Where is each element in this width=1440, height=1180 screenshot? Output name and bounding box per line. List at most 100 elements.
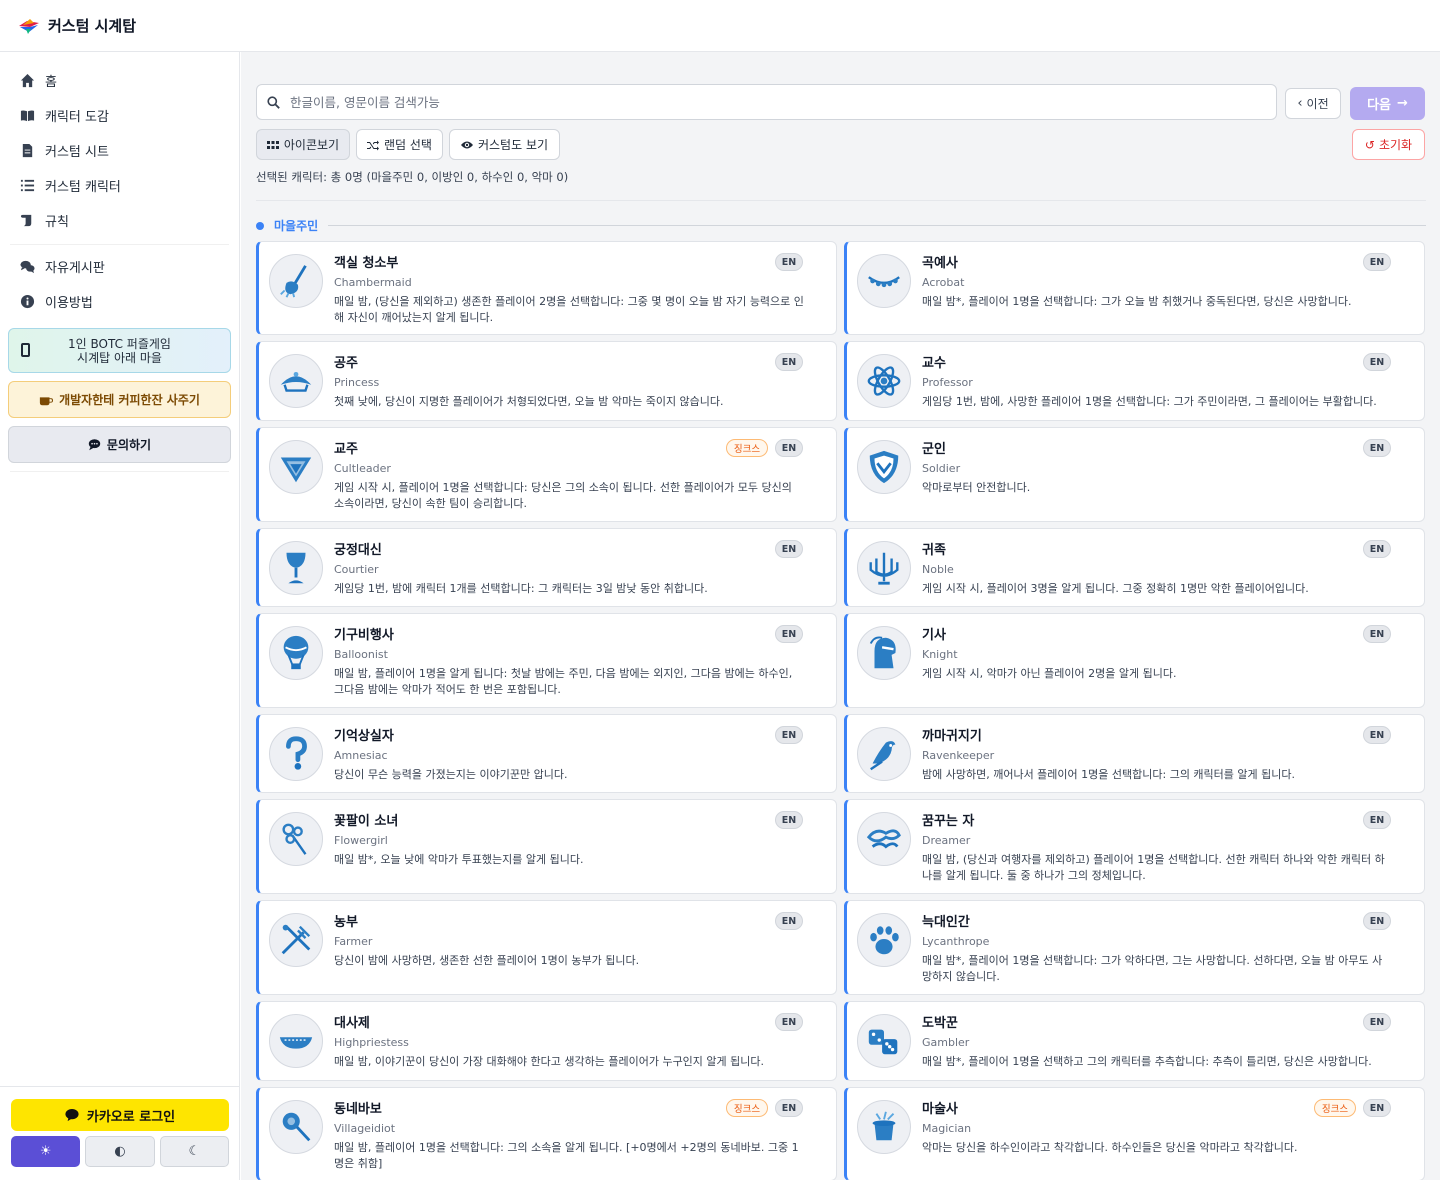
en-badge[interactable]: EN <box>775 353 803 371</box>
character-card[interactable]: 마술사 Magician 악마는 당신을 하수인이라고 착각합니다. 하수인들은… <box>844 1087 1425 1180</box>
en-badge[interactable]: EN <box>775 811 803 829</box>
sidebar-item-board[interactable]: 자유게시판 <box>0 249 239 284</box>
kakao-login-label: 카카오로 로그인 <box>86 1109 176 1125</box>
section-label: 마을주민 <box>274 219 319 233</box>
jinx-badge[interactable]: 징크스 <box>1314 1099 1356 1117</box>
character-card[interactable]: 군인 Soldier 악마로부터 안전합니다. EN <box>844 427 1425 522</box>
sidebar-item-character-book[interactable]: 캐릭터 도감 <box>0 98 239 133</box>
character-card[interactable]: 동네바보 Villageidiot 매일 밤, 플레이어 1명을 선택합니다: … <box>256 1087 837 1180</box>
sidebar-item-howto[interactable]: 이용방법 <box>0 284 239 319</box>
section-line <box>328 225 1426 226</box>
character-card[interactable]: 농부 Farmer 당신이 밤에 사망하면, 생존한 선한 플레이어 1명이 농… <box>256 900 837 995</box>
sidebar-item-rules[interactable]: 규칙 <box>0 203 239 238</box>
reset-label: 초기화 <box>1378 138 1413 152</box>
character-name: 기사 <box>922 628 946 643</box>
en-badge[interactable]: EN <box>775 540 803 558</box>
main-content: ‹ 이전 다음 → 아이콘보기 랜덤 선택 커스텀도 보기 ↺ 초기화 선택된 … <box>241 52 1440 1180</box>
en-badge[interactable]: EN <box>1363 912 1391 930</box>
en-badge[interactable]: EN <box>1363 726 1391 744</box>
raven-icon <box>857 727 911 781</box>
en-badge[interactable]: EN <box>775 253 803 271</box>
random-select-button[interactable]: 랜덤 선택 <box>356 129 443 160</box>
search-icon <box>267 95 280 109</box>
en-badge[interactable]: EN <box>775 912 803 930</box>
sidebar-item-label: 커스텀 시트 <box>45 145 109 160</box>
buy-coffee-button[interactable]: 개발자한테 커피한잔 사주기 <box>8 381 231 418</box>
en-badge[interactable]: EN <box>775 439 803 457</box>
character-card[interactable]: 교주 Cultleader 게임 시작 시, 플레이어 1명을 선택합니다: 당… <box>256 427 837 522</box>
app-logo-icon[interactable] <box>18 17 40 35</box>
character-en-name: Balloonist <box>334 648 388 661</box>
character-card[interactable]: 대사제 Highpriestess 매일 밤, 이야기꾼이 당신이 가장 대화해… <box>256 1001 837 1081</box>
magic-hat-icon <box>857 1100 911 1154</box>
chat-bubble-icon <box>65 1109 79 1122</box>
jinx-badge[interactable]: 징크스 <box>726 1099 768 1117</box>
en-badge[interactable]: EN <box>1363 1099 1391 1117</box>
app-title[interactable]: 커스텀 시계탑 <box>48 15 136 36</box>
en-badge[interactable]: EN <box>775 625 803 643</box>
en-badge[interactable]: EN <box>1363 253 1391 271</box>
theme-auto-button[interactable]: ◐ <box>85 1136 155 1167</box>
character-en-name: Noble <box>922 563 954 576</box>
reset-button[interactable]: ↺ 초기화 <box>1352 129 1425 160</box>
en-badge[interactable]: EN <box>1363 811 1391 829</box>
character-card[interactable]: 꿈꾸는 자 Dreamer 매일 밤, (당신과 여행자를 제외하고) 플레이어… <box>844 799 1425 894</box>
sidebar-item-label: 자유게시판 <box>45 261 105 276</box>
kakao-login-button[interactable]: 카카오로 로그인 <box>11 1099 229 1131</box>
home-icon <box>20 73 35 88</box>
coffee-icon <box>39 396 54 405</box>
sidebar-item-custom-character[interactable]: 커스텀 캐릭터 <box>0 168 239 203</box>
character-card[interactable]: 교수 Professor 게임당 1번, 밤에, 사망한 플레이어 1명을 선택… <box>844 341 1425 421</box>
character-ability: 당신이 밤에 사망하면, 생존한 선한 플레이어 1명이 농부가 됩니다. <box>334 954 640 967</box>
character-ability: 게임 시작 시, 악마가 아닌 플레이어 2명을 알게 됩니다. <box>922 667 1177 680</box>
character-name: 꿈꾸는 자 <box>922 814 975 829</box>
sidebar-divider <box>10 244 229 245</box>
theme-light-button[interactable]: ☀ <box>11 1136 81 1167</box>
mop-icon <box>269 254 323 308</box>
character-ability: 게임 시작 시, 플레이어 3명을 알게 됩니다. 그중 정확히 1명만 악한 … <box>922 582 1309 595</box>
next-button[interactable]: 다음 → <box>1350 87 1425 120</box>
icon-view-button[interactable]: 아이콘보기 <box>256 129 350 160</box>
undo-icon: ↺ <box>1364 137 1375 152</box>
atom-icon <box>857 354 911 408</box>
grid-icon <box>266 140 279 149</box>
character-card[interactable]: 꽃팔이 소녀 Flowergirl 매일 밤*, 오늘 낮에 악마가 투표했는지… <box>256 799 837 894</box>
show-custom-button[interactable]: 커스텀도 보기 <box>449 129 560 160</box>
character-card[interactable]: 기사 Knight 게임 시작 시, 악마가 아닌 플레이어 2명을 알게 됩니… <box>844 613 1425 708</box>
document-icon <box>22 143 33 158</box>
search-input[interactable] <box>290 94 1190 110</box>
en-badge[interactable]: EN <box>775 1099 803 1117</box>
jinx-badge[interactable]: 징크스 <box>726 439 768 457</box>
character-name: 교수 <box>922 356 946 371</box>
en-badge[interactable]: EN <box>1363 625 1391 643</box>
en-badge[interactable]: EN <box>775 726 803 744</box>
en-badge[interactable]: EN <box>1363 1013 1391 1031</box>
sidebar-item-custom-sheet[interactable]: 커스텀 시트 <box>0 133 239 168</box>
character-card[interactable]: 늑대인간 Lycanthrope 매일 밤*, 플레이어 1명을 선택합니다: … <box>844 900 1425 995</box>
character-name: 도박꾼 <box>922 1016 958 1031</box>
character-card[interactable]: 귀족 Noble 게임 시작 시, 플레이어 3명을 알게 됩니다. 그중 정확… <box>844 528 1425 607</box>
botc-puzzle-link[interactable]: 1인 BOTC 퍼즐게임 시계탑 아래 마을 <box>8 328 231 373</box>
character-card[interactable]: 곡예사 Acrobat 매일 밤*, 플레이어 1명을 선택합니다: 그가 오늘… <box>844 241 1425 335</box>
character-card[interactable]: 기구비행사 Balloonist 매일 밤, 플레이어 1명을 알게 됩니다: … <box>256 613 837 708</box>
character-card[interactable]: 궁정대신 Courtier 게임당 1번, 밤에 캐릭터 1개를 선택합니다: … <box>256 528 837 607</box>
sidebar-item-home[interactable]: 홈 <box>0 63 239 98</box>
character-card[interactable]: 도박꾼 Gambler 매일 밤*, 플레이어 1명을 선택하고 그의 캐릭터를… <box>844 1001 1425 1081</box>
character-card[interactable]: 객실 청소부 Chambermaid 매일 밤, (당신을 제외하고) 생존한 … <box>256 241 837 335</box>
character-name: 공주 <box>334 356 358 371</box>
en-badge[interactable]: EN <box>1363 439 1391 457</box>
theme-dark-button[interactable]: ☾ <box>159 1136 229 1167</box>
prev-button[interactable]: ‹ 이전 <box>1285 88 1341 119</box>
search-box <box>256 84 1277 120</box>
character-ability: 게임 시작 시, 플레이어 1명을 선택합니다: 당신은 그의 소속이 됩니다.… <box>334 481 792 510</box>
character-name: 군인 <box>922 442 946 457</box>
en-badge[interactable]: EN <box>1363 540 1391 558</box>
character-card[interactable]: 기억상실자 Amnesiac 당신이 무슨 능력을 가졌는지는 이야기꾼만 압니… <box>256 714 837 793</box>
character-card[interactable]: 까마귀지기 Ravenkeeper 밤에 사망하면, 깨어나서 플레이어 1명을… <box>844 714 1425 793</box>
en-badge[interactable]: EN <box>1363 353 1391 371</box>
contact-button[interactable]: 문의하기 <box>8 426 231 463</box>
character-name: 기구비행사 <box>334 628 394 643</box>
chevron-left-icon: ‹ <box>1297 96 1303 111</box>
character-card[interactable]: 공주 Princess 첫째 낮에, 당신이 지명한 플레이어가 처형되었다면,… <box>256 341 837 421</box>
en-badge[interactable]: EN <box>775 1013 803 1031</box>
